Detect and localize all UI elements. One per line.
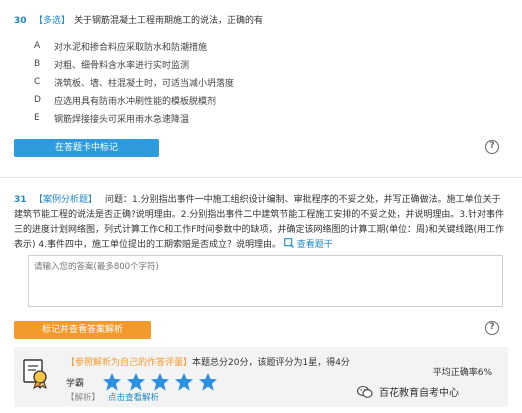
question-type: 【多选】 <box>34 16 71 26</box>
option-d[interactable]: D 应选用具有防雨水冲刷性能的模板脱模剂 <box>14 91 508 109</box>
options-list: A 对水泥和掺合料应采取防水和防潮措施 B 对粗、细骨料含水率进行实时监测 C … <box>14 37 508 127</box>
wechat-icon <box>357 385 373 398</box>
question-number: 31 <box>14 195 27 205</box>
option-letter: C <box>34 77 41 87</box>
star-icon[interactable] <box>150 372 170 392</box>
view-analysis-link[interactable]: 点击查看解析 <box>108 393 159 403</box>
search-icon <box>283 238 294 248</box>
option-text: 对粗、细骨料含水率进行实时监测 <box>54 60 190 71</box>
average-accuracy: 平均正确率6% <box>432 368 492 378</box>
option-text: 浇筑板、墙、柱混凝土时，可适当减小坍落度 <box>54 78 235 89</box>
help-icon[interactable]: ? <box>485 321 499 335</box>
star-rating: 学霸 <box>66 372 222 392</box>
option-letter: A <box>34 41 41 51</box>
mark-in-answer-card-button[interactable]: 在答题卡中标记 <box>14 139 159 157</box>
question-31: 31 【案例分析题】 问题：1.分别指出事件一中施工组织设计编制、审批程序的不妥之处… <box>14 193 504 253</box>
option-a[interactable]: A 对水泥和掺合料应采取防水和防潮措施 <box>14 37 508 55</box>
help-icon[interactable]: ? <box>485 140 499 154</box>
option-c[interactable]: C 浇筑板、墙、柱混凝土时，可适当减小坍落度 <box>14 73 508 91</box>
question-header: 30 【多选】 关于钢筋混凝土工程雨期施工的说法，正确的有 <box>14 14 508 29</box>
watermark-text: 百花教育自考中心 <box>379 388 459 399</box>
score-summary: 【参照解析为自己的作答评量】本题总分20分，该题评分为1星，得4分 <box>66 355 350 368</box>
question-type: 【案例分析题】 <box>34 195 98 205</box>
option-letter: B <box>34 59 41 69</box>
star-icon[interactable] <box>198 372 218 392</box>
analysis-row: 【解析】 点击查看解析 <box>66 391 159 403</box>
star-icon[interactable] <box>126 372 146 392</box>
option-text: 钢筋焊接接头可采用雨水急速降温 <box>54 114 190 125</box>
divider <box>0 177 522 178</box>
question-30: 30 【多选】 关于钢筋混凝土工程雨期施工的说法，正确的有 A 对水泥和掺合料应… <box>14 14 508 127</box>
exam-seal-icon <box>23 359 47 389</box>
view-question-link[interactable]: 查看题干 <box>283 238 333 250</box>
option-letter: E <box>34 113 40 123</box>
option-letter: D <box>34 95 41 105</box>
view-question-label: 查看题干 <box>296 240 333 250</box>
answer-input[interactable] <box>28 255 503 307</box>
analysis-tag: 【解析】 <box>66 393 101 403</box>
score-text: 本题总分20分，该题评分为1星，得4分 <box>192 358 350 368</box>
option-text: 对水泥和掺合料应采取防水和防潮措施 <box>54 42 208 53</box>
option-text: 应选用具有防雨水冲刷性能的模板脱模剂 <box>54 96 217 107</box>
score-prefix: 【参照解析为自己的作答评量】 <box>66 358 193 368</box>
option-e[interactable]: E 钢筋焊接接头可采用雨水急速降温 <box>14 109 508 127</box>
question-number: 30 <box>14 16 27 26</box>
level-label: 学霸 <box>66 378 85 389</box>
question-text: 关于钢筋混凝土工程雨期施工的说法，正确的有 <box>74 16 264 26</box>
star-icon[interactable] <box>174 372 194 392</box>
watermark: 百花教育自考中心 <box>357 384 459 399</box>
option-b[interactable]: B 对粗、细骨料含水率进行实时监测 <box>14 55 508 73</box>
mark-and-view-analysis-button[interactable]: 标记并查看答案解析 <box>14 321 151 339</box>
star-icon[interactable] <box>102 372 122 392</box>
